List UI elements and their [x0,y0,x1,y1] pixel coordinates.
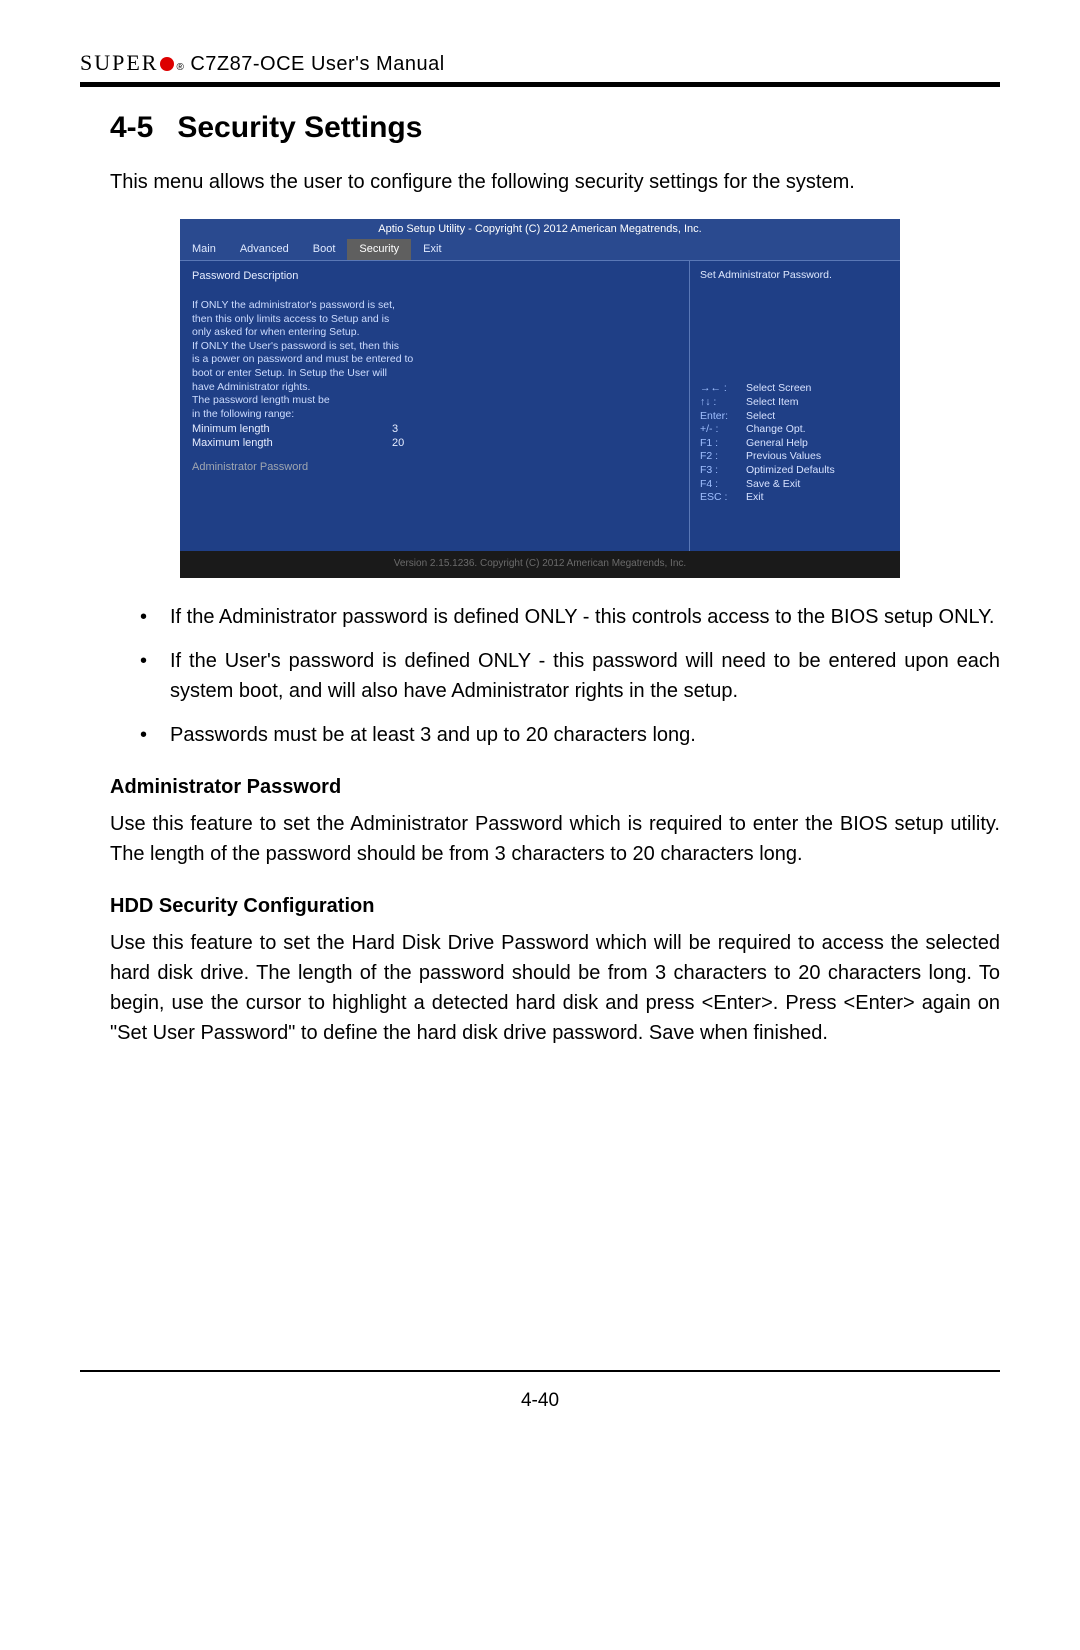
header-rule [80,82,1000,87]
bios-key-desc: Optimized Defaults [746,464,835,478]
section-number: 4-5 [110,111,153,144]
bios-key: F2 : [700,450,746,464]
manual-title: C7Z87-OCE User's Manual [190,53,444,76]
bios-tab-advanced: Advanced [228,239,301,259]
bios-tab-row: Main Advanced Boot Security Exit [180,239,900,259]
bios-min-row: Minimum length 3 [192,422,677,436]
bios-help-text: Set Administrator Password. [700,269,890,283]
bios-key-desc: Select [746,410,775,424]
bios-key-desc: Select Item [746,396,799,410]
bios-tab-main: Main [180,239,228,259]
bios-tab-exit: Exit [411,239,453,259]
section-heading: 4-5 Security Settings [110,111,1000,145]
bios-key-legend: →← :Select Screen ↑↓ :Select Item Enter:… [700,382,890,505]
bullet-item: If the Administrator password is defined… [140,602,1000,632]
subheading-hdd-security: HDD Security Configuration [110,895,1000,918]
page-number: 4-40 [80,1390,1000,1412]
bios-key: F1 : [700,437,746,451]
running-header: SUPER ® C7Z87-OCE User's Manual [80,50,1000,76]
hdd-security-body: Use this feature to set the Hard Disk Dr… [110,928,1000,1048]
bios-max-value: 20 [392,436,404,450]
bios-desc-line: have Administrator rights. [192,381,677,395]
bios-desc-line: The password length must be [192,394,677,408]
bios-key-desc: Exit [746,491,764,505]
bios-desc-line: only asked for when entering Setup. [192,326,677,340]
bios-key: F4 : [700,478,746,492]
bios-max-label: Maximum length [192,436,392,450]
bios-key: F3 : [700,464,746,478]
brand-text: SUPER [80,50,158,76]
bios-key-desc: Save & Exit [746,478,800,492]
bios-key-desc: General Help [746,437,808,451]
bios-screenshot: Aptio Setup Utility - Copyright (C) 2012… [180,219,900,578]
bios-key-desc: Change Opt. [746,423,806,437]
section-intro: This menu allows the user to configure t… [110,167,1000,197]
bios-min-value: 3 [392,422,398,436]
bios-min-label: Minimum length [192,422,392,436]
subheading-admin-password: Administrator Password [110,776,1000,799]
bios-desc-line: in the following range: [192,408,677,422]
document-page: SUPER ® C7Z87-OCE User's Manual 4-5 Securi… [0,0,1080,1452]
bios-desc-line: is a power on password and must be enter… [192,353,677,367]
bios-left-pane: Password Description If ONLY the adminis… [180,261,690,551]
bios-key-desc: Previous Values [746,450,821,464]
bullet-item: Passwords must be at least 3 and up to 2… [140,720,1000,750]
bios-body: Password Description If ONLY the adminis… [180,260,900,551]
bios-tab-boot: Boot [301,239,348,259]
bios-desc-line: then this only limits access to Setup an… [192,313,677,327]
bios-key: →← : [700,382,746,396]
bios-key-desc: Select Screen [746,382,811,396]
bios-desc-title: Password Description [192,269,677,283]
bios-max-row: Maximum length 20 [192,436,677,450]
bios-desc-line: If ONLY the User's password is set, then… [192,340,677,354]
bios-key: ↑↓ : [700,396,746,410]
bios-key: Enter: [700,410,746,424]
bios-help-pane: Set Administrator Password. →← :Select S… [690,261,900,551]
bullet-item: If the User's password is defined ONLY -… [140,646,1000,706]
bios-desc-line: boot or enter Setup. In Setup the User w… [192,367,677,381]
bullet-list: If the Administrator password is defined… [140,602,1000,750]
admin-password-body: Use this feature to set the Administrato… [110,809,1000,869]
footer-rule [80,1370,1000,1372]
bios-selected-item: Administrator Password [192,460,677,474]
bios-key: ESC : [700,491,746,505]
brand-dot-icon [160,57,174,71]
bios-title-bar: Aptio Setup Utility - Copyright (C) 2012… [180,219,900,239]
bios-desc-line: If ONLY the administrator's password is … [192,299,677,313]
registered-mark: ® [176,62,184,73]
bios-footer: Version 2.15.1236. Copyright (C) 2012 Am… [180,551,900,578]
bios-key: +/- : [700,423,746,437]
section-title: Security Settings [177,111,422,144]
bios-tab-security: Security [347,239,411,259]
